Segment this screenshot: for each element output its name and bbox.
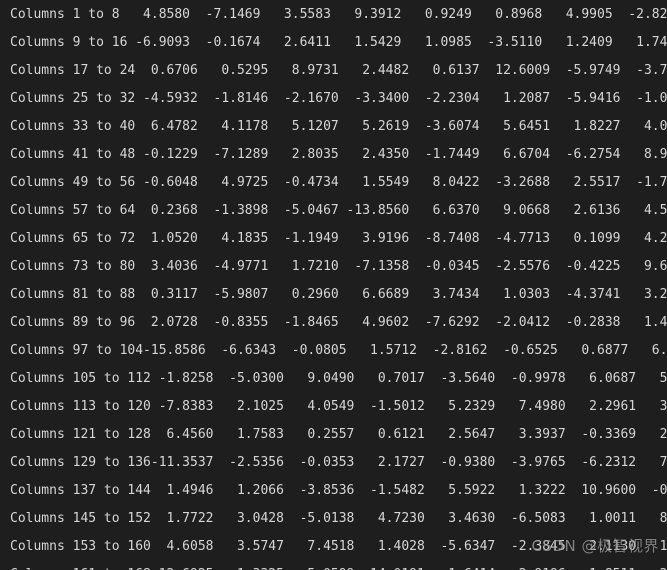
output-line: Columns 137 to 144 1.4946 1.2066 -3.8536… (10, 483, 667, 498)
output-line: Columns 17 to 24 0.6706 0.5295 8.9731 2.… (10, 63, 667, 78)
output-line: Columns 129 to 136-11.3537 -2.5356 -0.03… (10, 455, 667, 470)
output-line: Columns 73 to 80 3.4036 -4.9771 1.7210 -… (10, 259, 667, 274)
output-line: Columns 97 to 104-15.8586 -6.6343 -0.080… (10, 343, 667, 358)
output-line: Columns 105 to 112 -1.8258 -5.0300 9.049… (10, 371, 667, 386)
output-line: Columns 121 to 128 6.4560 1.7583 0.2557 … (10, 427, 667, 442)
output-line: Columns 81 to 88 0.3117 -5.9807 0.2960 6… (10, 287, 667, 302)
output-line: Columns 65 to 72 1.0520 4.1835 -1.1949 3… (10, 231, 667, 246)
output-line: Columns 1 to 8 4.8580 -7.1469 3.5583 9.3… (10, 7, 667, 22)
output-line: Columns 145 to 152 1.7722 3.0428 -5.0138… (10, 511, 667, 526)
output-line: Columns 89 to 96 2.0728 -0.8355 -1.8465 … (10, 315, 667, 330)
output-line: Columns 153 to 160 4.6058 3.5747 7.4518 … (10, 539, 667, 554)
output-line: Columns 9 to 16 -6.9093 -0.1674 2.6411 1… (10, 35, 667, 50)
output-line: Columns 49 to 56 -0.6048 4.9725 -0.4734 … (10, 175, 667, 190)
output-line: Columns 33 to 40 6.4782 4.1178 5.1207 5.… (10, 119, 667, 134)
output-line: Columns 161 to 168-12.6925 -1.3325 5.059… (0, 561, 667, 570)
output-line: Columns 41 to 48 -0.1229 -7.1289 2.8035 … (10, 147, 667, 162)
terminal-output-pane[interactable]: Columns 1 to 8 4.8580 -7.1469 3.5583 9.3… (0, 0, 667, 570)
output-line: Columns 57 to 64 0.2368 -1.3898 -5.0467 … (10, 203, 667, 218)
output-line: Columns 25 to 32 -4.5932 -1.8146 -2.1670… (10, 91, 667, 106)
output-line: Columns 113 to 120 -7.8383 2.1025 4.0549… (10, 399, 667, 414)
